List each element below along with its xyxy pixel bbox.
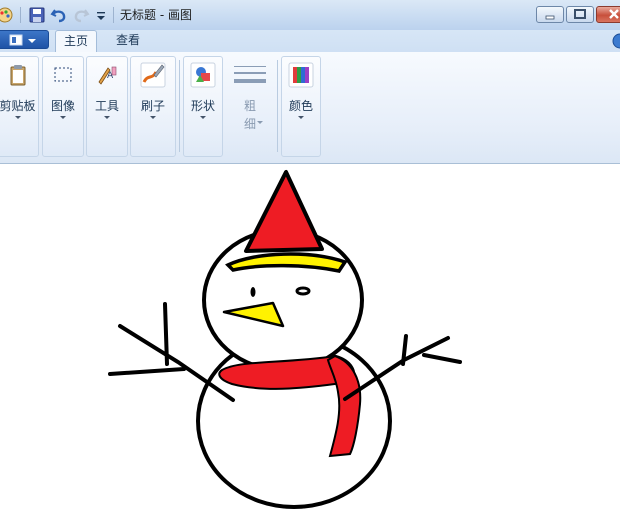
application-menu-button[interactable] <box>0 30 49 49</box>
ribbon-tab-row: 主页 查看 <box>0 30 620 52</box>
redo-icon <box>74 9 90 23</box>
size-label-line2: 细 <box>243 117 256 131</box>
window-title: 无标题 - 画图 <box>120 8 192 22</box>
image-button[interactable]: 图像 <box>42 56 84 157</box>
separator <box>20 7 21 23</box>
chevron-down-icon <box>257 121 263 124</box>
chevron-down-icon <box>14 116 21 119</box>
ribbon: 剪贴板 图像 A 工具 刷子 形状 粗 细 颜色 <box>0 52 620 164</box>
chevron-down-icon <box>200 116 206 119</box>
brushes-label: 刷子 <box>140 99 165 113</box>
clipboard-button[interactable]: 剪贴板 <box>0 56 39 157</box>
hat-cone <box>244 170 324 253</box>
left-eye <box>250 287 256 297</box>
maximize-button[interactable] <box>566 6 594 23</box>
chevron-down-icon <box>150 116 156 119</box>
minimize-button[interactable] <box>536 6 564 23</box>
brush-icon <box>140 62 166 88</box>
separator <box>113 7 114 23</box>
close-button[interactable] <box>596 6 620 23</box>
color-palette-icon <box>288 62 314 88</box>
tab-home[interactable]: 主页 <box>55 30 97 52</box>
save-icon[interactable] <box>28 6 46 24</box>
drawing-canvas[interactable] <box>0 164 620 519</box>
tools-icon: A <box>98 66 117 85</box>
clipboard-label: 剪贴板 <box>0 99 36 113</box>
tools-label: 工具 <box>94 99 119 113</box>
tab-view[interactable]: 查看 <box>106 30 150 52</box>
chevron-down-icon <box>104 116 110 119</box>
undo-icon[interactable] <box>50 6 68 24</box>
image-label: 图像 <box>50 99 75 113</box>
tools-button[interactable]: A 工具 <box>86 56 128 157</box>
separator <box>179 60 180 152</box>
brushes-button[interactable]: 刷子 <box>130 56 176 157</box>
chevron-down-icon <box>60 116 66 119</box>
title-bar: 无标题 - 画图 <box>0 0 620 30</box>
clipboard-icon <box>10 65 25 86</box>
maximize-icon <box>574 9 586 19</box>
shapes-label: 形状 <box>190 99 215 113</box>
size-label-line1: 粗 <box>243 99 256 113</box>
colors-label: 颜色 <box>288 99 313 113</box>
shapes-icon <box>190 62 216 88</box>
select-icon <box>54 67 72 82</box>
size-button[interactable]: 粗 细 <box>226 56 274 157</box>
customize-dropdown-icon[interactable] <box>92 6 110 24</box>
chevron-down-icon <box>298 116 304 119</box>
snowman-drawing <box>108 170 462 509</box>
app-menu-icon <box>9 34 36 46</box>
shapes-button[interactable]: 形状 <box>183 56 223 157</box>
line-size-icon <box>234 66 266 83</box>
help-icon[interactable] <box>612 33 620 49</box>
close-icon <box>609 9 619 19</box>
minimize-icon <box>545 15 555 20</box>
colors-button[interactable]: 颜色 <box>281 56 321 157</box>
paint-app-icon[interactable] <box>0 6 14 24</box>
separator <box>277 60 278 152</box>
